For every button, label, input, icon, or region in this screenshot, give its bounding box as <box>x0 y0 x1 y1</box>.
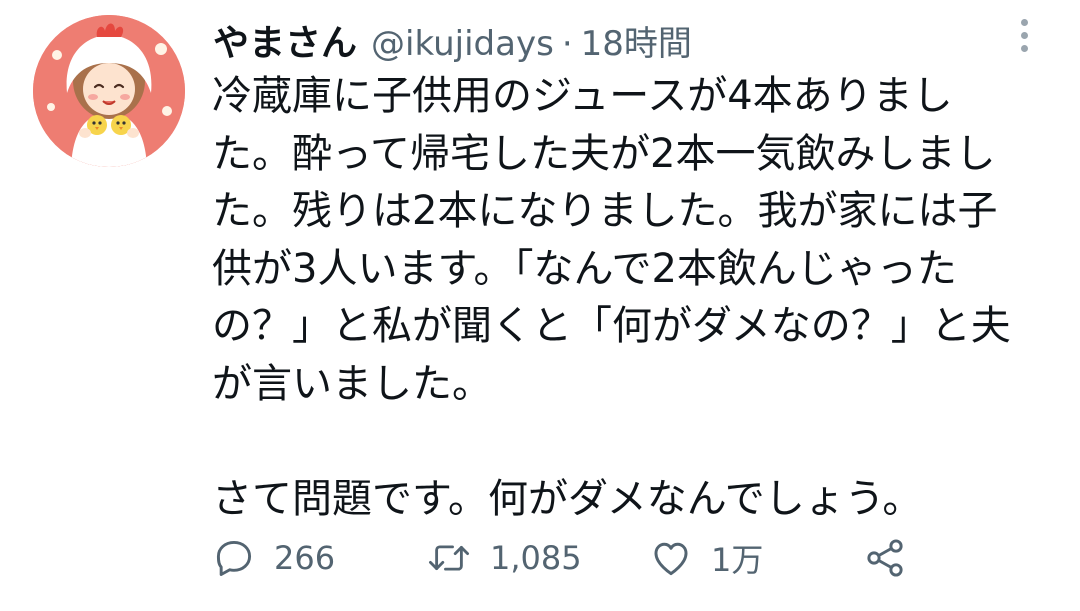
more-dot <box>1020 31 1028 39</box>
tweet-actions: 266 1,085 1万 <box>212 528 932 588</box>
like-button[interactable]: 1万 <box>649 528 763 588</box>
share-icon <box>867 539 903 577</box>
timestamp[interactable]: 18時間 <box>581 16 692 65</box>
user-handle[interactable]: @ikujidays <box>371 24 554 64</box>
avatar[interactable] <box>33 15 185 167</box>
like-count: 1万 <box>711 541 764 579</box>
tweet-text-line: さて問題です。何がダメなんでしょう。 <box>212 475 923 522</box>
tweet-text-line: が言いました。 <box>212 360 492 407</box>
share-button[interactable] <box>862 528 908 588</box>
reply-count: 266 <box>274 539 336 577</box>
retweet-icon <box>429 545 469 571</box>
tweet-text-line: た。酔って帰宅した夫が2本一気飲みしまし <box>212 130 996 177</box>
tweet: やまさん @ikujidays · 18時間 冷蔵庫に子供用のジュースが4本あり… <box>0 0 1080 611</box>
more-dot <box>1020 44 1028 52</box>
tweet-text-line: 冷蔵庫に子供用のジュースが4本ありまし <box>212 73 953 119</box>
tweet-header: やまさん @ikujidays · 18時間 <box>213 14 692 64</box>
retweet-button[interactable]: 1,085 <box>426 528 582 588</box>
more-dot <box>1020 18 1028 26</box>
reply-button[interactable]: 266 <box>212 528 335 588</box>
display-name[interactable]: やまさん <box>213 14 357 66</box>
separator-dot: · <box>561 24 573 64</box>
tweet-text-line: の？」と私が聞くと「何がダメなの？」と夫 <box>212 303 1011 349</box>
reply-icon <box>216 540 252 576</box>
tweet-text-blank-line <box>212 413 1042 471</box>
tweet-text-line: 供が3人います。「なんで2本飲んじゃった <box>212 245 957 292</box>
avatar-illustration <box>33 15 185 167</box>
heart-icon <box>654 542 688 576</box>
tweet-text-line: た。残りは2本になりました。我が家には子 <box>212 188 998 234</box>
more-vertical-icon[interactable] <box>1010 14 1038 56</box>
tweet-text: 冷蔵庫に子供用のジュースが4本ありまし た。酔って帰宅した夫が2本一気飲みしまし… <box>212 68 1042 528</box>
retweet-count: 1,085 <box>490 539 582 577</box>
